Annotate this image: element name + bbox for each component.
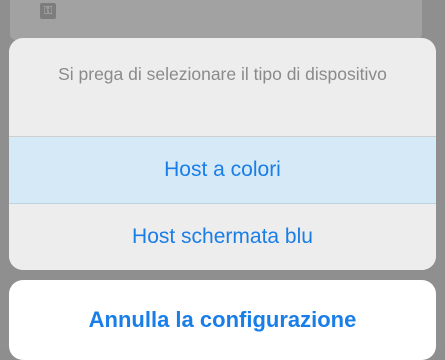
action-sheet-message: Si prega di selezionare il tipo di dispo… — [9, 38, 436, 137]
lock-icon: ⚿ — [40, 3, 56, 19]
action-sheet: Si prega di selezionare il tipo di dispo… — [9, 38, 436, 270]
background-card: ⚿ — [10, 0, 422, 40]
cancel-configuration-button[interactable]: Annulla la configurazione — [9, 280, 436, 360]
host-a-colori-button[interactable]: Host a colori — [9, 137, 436, 204]
host-schermata-blu-button[interactable]: Host schermata blu — [9, 204, 436, 270]
